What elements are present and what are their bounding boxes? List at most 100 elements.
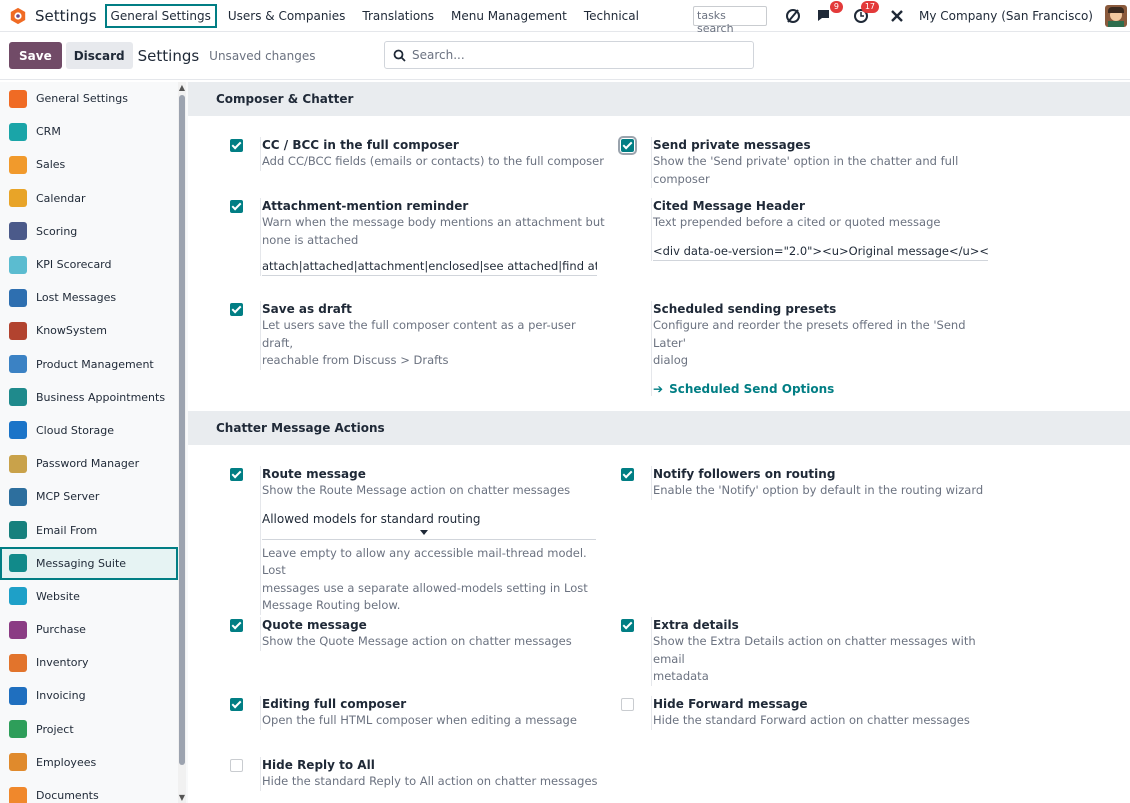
sidebar-item-knowsystem[interactable]: KnowSystem [0, 314, 188, 347]
save-button[interactable]: Save [9, 42, 62, 69]
attachment-reminder-desc-2: none is attached [262, 232, 359, 247]
sidebar-item-mcp-server[interactable]: MCP Server [0, 480, 188, 513]
attachment-reminder-desc-1: Warn when the message body mentions an a… [262, 215, 605, 229]
sidebar-item-kpi-scorecard[interactable]: KPI Scorecard [0, 248, 188, 281]
sidebar-item-lost-messages[interactable]: Lost Messages [0, 281, 188, 314]
hide-reply-all-checkbox[interactable] [230, 759, 243, 772]
sidebar-item-email-from[interactable]: Email From [0, 513, 188, 546]
search-icon [393, 49, 406, 62]
chat-badge: 9 [829, 1, 844, 13]
tools-icon[interactable] [887, 6, 907, 26]
sidebar-item-product-management[interactable]: Product Management [0, 348, 188, 381]
sidebar-item-scoring[interactable]: Scoring [0, 215, 188, 248]
extra-details-checkbox[interactable] [621, 619, 634, 632]
sidebar-item-purchase[interactable]: Purchase [0, 613, 188, 646]
sidebar-item-label: Purchase [36, 623, 86, 637]
cloud-storage-app-icon [9, 421, 27, 440]
product-management-app-icon [9, 355, 27, 374]
app-name[interactable]: Settings [35, 7, 97, 25]
menu-menu-management[interactable]: Menu Management [445, 5, 573, 27]
cc-bcc-desc: Add CC/BCC fields (emails or contacts) t… [262, 154, 604, 168]
general-settings-app-icon [9, 89, 27, 108]
sidebar-item-employees[interactable]: Employees [0, 746, 188, 779]
send-private-checkbox[interactable] [618, 136, 637, 155]
allowed-models-select[interactable] [262, 526, 596, 540]
scheduled-presets-desc-1: Configure and reorder the presets offere… [653, 318, 966, 350]
sidebar-scrollbar-thumb[interactable] [179, 95, 185, 765]
save-draft-checkbox[interactable] [230, 303, 243, 316]
sidebar-item-label: Messaging Suite [36, 556, 127, 570]
sidebar-item-project[interactable]: Project [0, 713, 188, 746]
sidebar-item-business-appointments[interactable]: Business Appointments [0, 381, 188, 414]
sidebar-item-label: Employees [36, 755, 97, 769]
sidebar-item-calendar[interactable]: Calendar [0, 182, 188, 215]
discard-button[interactable]: Discard [65, 42, 133, 69]
caret-down-icon [420, 529, 428, 535]
sidebar-item-label: Product Management [36, 357, 154, 371]
scheduled-presets-title: Scheduled sending presets [653, 302, 837, 316]
quote-message-checkbox[interactable] [230, 619, 243, 632]
sidebar-item-inventory[interactable]: Inventory [0, 646, 188, 679]
sidebar-item-messaging-suite[interactable]: Messaging Suite [0, 546, 178, 580]
allowed-models-help-1: Leave empty to allow any accessible mail… [262, 545, 587, 578]
notify-followers-desc: Enable the 'Notify' option by default in… [653, 483, 984, 497]
menu-translations[interactable]: Translations [356, 5, 440, 27]
lost-messages-app-icon [9, 288, 27, 307]
website-app-icon [9, 587, 27, 606]
section-chatter-message-actions: Chatter Message Actions [188, 411, 1130, 445]
cited-header-input[interactable]: <div data-oe-version="2.0"><u>Original m… [653, 242, 988, 261]
scheduled-send-options-link[interactable]: ➔ Scheduled Send Options [653, 382, 1001, 396]
company-switcher[interactable]: My Company (San Francisco) [919, 9, 1093, 23]
menu-general-settings[interactable]: General Settings [104, 3, 217, 28]
menu-technical[interactable]: Technical [578, 5, 645, 27]
page-title: Settings [137, 46, 200, 65]
activity-clock-icon[interactable]: 17 [851, 1, 880, 26]
sidebar-item-cloud-storage[interactable]: Cloud Storage [0, 414, 188, 447]
scoring-app-icon [9, 222, 27, 241]
menu-users-companies[interactable]: Users & Companies [222, 5, 352, 27]
notify-followers-checkbox[interactable] [621, 468, 634, 481]
tasks-search-input[interactable]: tasks search [693, 6, 768, 35]
route-message-title: Route message [262, 467, 366, 481]
sidebar-item-label: Project [36, 722, 74, 736]
sidebar-item-label: Lost Messages [36, 291, 117, 305]
sidebar-item-label: KPI Scorecard [36, 258, 112, 272]
scroll-up-arrow[interactable]: ▲ [178, 83, 186, 92]
sidebar-item-label: Documents [36, 789, 99, 803]
sidebar-item-password-manager[interactable]: Password Manager [0, 447, 188, 480]
sidebar-item-label: Calendar [36, 191, 86, 205]
mcp-server-app-icon [9, 487, 27, 506]
cc-bcc-checkbox[interactable] [230, 139, 243, 152]
sidebar-item-general-settings[interactable]: General Settings [0, 82, 188, 115]
sidebar-item-invoicing[interactable]: Invoicing [0, 679, 188, 712]
activity-badge: 17 [860, 1, 880, 13]
settings-search-input[interactable]: Search... [384, 41, 754, 69]
sidebar-item-documents[interactable]: Documents [0, 779, 188, 803]
extra-details-title: Extra details [653, 618, 739, 632]
attachment-reminder-title: Attachment-mention reminder [262, 199, 469, 213]
sidebar-item-label: Website [36, 589, 80, 603]
extra-details-desc-2: metadata [653, 669, 709, 683]
unsaved-changes-indicator: Unsaved changes [209, 48, 316, 63]
editing-full-composer-checkbox[interactable] [230, 698, 243, 711]
hide-reply-all-desc: Hide the standard Reply to All action on… [262, 774, 598, 788]
dev-tools-icon[interactable] [783, 6, 803, 26]
sidebar-item-crm[interactable]: CRM [0, 115, 188, 148]
inventory-app-icon [9, 653, 27, 672]
sidebar-item-website[interactable]: Website [0, 580, 188, 613]
hide-forward-title: Hide Forward message [653, 697, 808, 711]
chat-icon[interactable]: 9 [815, 1, 844, 26]
hide-forward-desc: Hide the standard Forward action on chat… [653, 713, 970, 727]
purchase-app-icon [9, 620, 27, 639]
route-message-checkbox[interactable] [230, 468, 243, 481]
kpi-scorecard-app-icon [9, 255, 27, 274]
attachment-reminder-checkbox[interactable] [230, 200, 243, 213]
settings-app-icon[interactable] [9, 7, 27, 25]
send-private-desc: Show the 'Send private' option in the ch… [653, 154, 959, 186]
hide-forward-checkbox[interactable] [621, 698, 634, 711]
save-draft-desc-2: reachable from Discuss > Drafts [262, 353, 449, 367]
sidebar-item-sales[interactable]: Sales [0, 148, 188, 181]
user-avatar[interactable] [1105, 5, 1127, 27]
attachment-keywords-input[interactable]: attach|attached|attachment|enclosed|see … [262, 257, 597, 276]
scroll-down-arrow[interactable]: ▼ [178, 793, 186, 802]
